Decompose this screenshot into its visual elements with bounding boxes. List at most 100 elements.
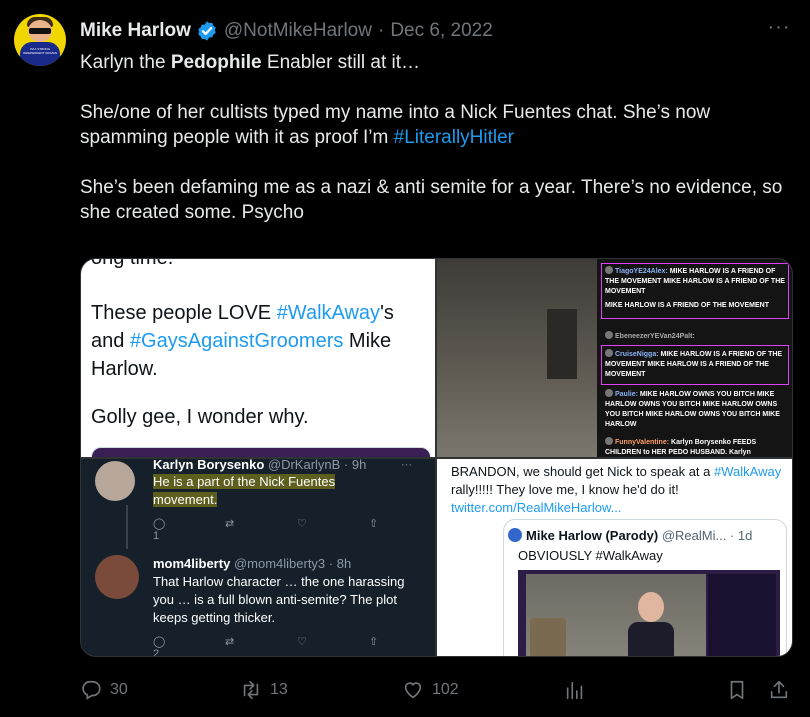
retweet-icon: ⇄ [225,518,235,530]
video-chat-panel [708,574,776,656]
text-segment: BRANDON, we should get Nick to speak at … [451,464,715,479]
reply-icon [82,680,101,700]
screenshot-text: BRANDON, we should get Nick to speak at … [451,463,791,517]
text-segment: Enabler still at it… [261,52,421,73]
stream-chat: TiagoYE24Alex: MIKE HARLOW IS A FRIEND O… [597,259,792,457]
user-icon [605,389,613,397]
bookmark-button[interactable] [726,672,756,708]
user-icon [605,266,613,274]
author-handle[interactable]: @NotMikeHarlow [224,20,372,42]
retweet-icon: ⇄ [225,636,235,648]
tweet-paragraph-3: She’s been defaming me as a nazi & anti … [80,177,783,223]
quote-text: OBVIOUSLY #WalkAway [518,548,663,563]
chat-message: MIKE HARLOW IS A FRIEND OF THE MOVEMENT [605,302,769,309]
text-bold-segment: Pedophile [170,52,262,73]
chat-username: CruiseNigga: [615,351,659,358]
tweet-paragraph-2: She/one of her cultists typed my name in… [80,100,800,150]
reply-count-value: 1 [153,530,160,542]
reply-actions: ◯ 1 ⇄ ♡ ⇧ [153,517,435,542]
author-avatar[interactable]: I'M A STRONG INDEPENDENT WOMAN [14,14,66,66]
tweet-paragraph-1: Karlyn the Pedophile Enabler still at it… [80,50,800,75]
chat-message: CruiseNigga: MIKE HARLOW IS A FRIEND OF … [605,349,790,380]
retweet-button[interactable]: 13 [240,672,288,708]
bookmark-icon [730,680,744,700]
retweet-count: 13 [270,681,288,698]
text-segment: Karlyn the [80,52,171,73]
more-icon: ··· [401,459,412,471]
reply-avatar [95,555,139,599]
media-image-1[interactable]: ong time. These people LOVE #WalkAway's … [81,259,435,457]
person-body [628,622,674,656]
quote-avatar [508,528,522,542]
reply-author: mom4liberty @mom4liberty3 · 8h [153,556,351,571]
heart-icon [404,682,422,699]
hashtag-text: #WalkAway [276,302,381,324]
share-button[interactable] [768,672,798,708]
quote-name: Mike Harlow (Parody) [526,528,659,543]
hashtag-link[interactable]: #LiterallyHitler [394,127,514,148]
reply-author: Karlyn Borysenko @DrKarlynB · 9h [153,459,366,472]
tweet: I'M A STRONG INDEPENDENT WOMAN Mike Harl… [0,0,810,717]
chat-username: TiagoYE24Alex: [615,268,668,275]
screenshot-text: These people LOVE #WalkAway's and #GaysA… [91,299,431,383]
media-image-4[interactable]: BRANDON, we should get Nick to speak at … [437,459,792,656]
cropped-text: ong time. [91,259,173,270]
reply-count: 30 [110,681,128,698]
avatar-glasses [29,28,51,34]
views-button[interactable] [564,672,594,708]
quote-header: Mike Harlow (Parody) @RealMi... · 1d [526,528,752,543]
user-icon [605,437,613,445]
chat-username: Paulie: [615,391,638,398]
hashtag-text: #GaysAgainstGroomers [129,330,344,352]
embedded-image-edge [91,447,431,457]
reply-button[interactable]: 30 [80,672,128,708]
reply-count: ◯ 2 [153,635,225,657]
author-name[interactable]: Mike Harlow [80,20,191,42]
quote-handle: @RealMi... · 1d [661,528,753,543]
tweet-header: Mike Harlow @NotMikeHarlow · Dec 6, 2022 [80,18,493,44]
reply-handle: @DrKarlynB · 9h [267,459,367,472]
tweet-date[interactable]: Dec 6, 2022 [390,20,492,42]
text-segment: These people LOVE [91,302,277,324]
like-button[interactable]: 102 [402,672,459,708]
reply-name: mom4liberty [153,556,231,571]
user-icon [605,349,613,357]
video-person [628,592,674,656]
reply-actions: ◯ 2 ⇄ ♡ ⇧ [153,635,435,657]
avatar-shirt: I'M A STRONG INDEPENDENT WOMAN [20,42,60,66]
chat-message: TiagoYE24Alex: MIKE HARLOW IS A FRIEND O… [605,266,790,297]
reply-count-value: 2 [153,648,160,657]
quoted-tweet: Mike Harlow (Parody) @RealMi... · 1d OBV… [503,519,787,656]
user-icon [605,331,613,339]
like-icon: ♡ [297,518,307,530]
media-grid: ong time. These people LOVE #WalkAway's … [80,258,793,657]
hallway-scene [437,259,607,457]
reply-count: ◯ 1 [153,517,225,542]
reply-handle: @mom4liberty3 · 8h [233,556,352,571]
reply-avatar [95,461,135,501]
retweet-icon [243,680,259,700]
person-face [638,592,664,622]
screenshot-text: Golly gee, I wonder why. [91,406,309,428]
share-icon: ⇧ [369,518,379,530]
verified-badge-icon[interactable] [196,20,218,42]
share-icon: ⇧ [369,636,379,648]
chat-message: FunnyValentine: Karlyn Borysenko FEEDS C… [605,437,790,457]
hashtag-text: #WalkAway [714,464,782,479]
more-options-icon[interactable]: ··· [764,17,794,43]
reply-text: That Harlow character … the one harassin… [153,574,405,625]
header-separator: · [377,20,385,41]
chat-username: FunnyValentine: [615,439,670,446]
tweet-text: Karlyn the Pedophile Enabler still at it… [80,50,800,225]
link-text: twitter.com/RealMikeHarlow... [451,500,622,515]
chat-message: Paulie: MIKE HARLOW OWNS YOU BITCH MIKE … [605,389,790,430]
highlighted-text: movement. [153,492,218,507]
like-count: 102 [432,681,459,698]
media-image-3[interactable]: Karlyn Borysenko @DrKarlynB · 9h ··· He … [81,459,435,657]
media-image-2[interactable]: TiagoYE24Alex: MIKE HARLOW IS A FRIEND O… [437,259,792,457]
chat-username: EbeneezerYEVan24Palt: [615,333,695,340]
share-icon [770,680,788,699]
quote-video [518,570,780,656]
reply-text: He is a part of the Nick Fuentes movement… [153,473,336,509]
text-segment: rally!!!!! They love me, I know he'd do … [451,482,679,497]
